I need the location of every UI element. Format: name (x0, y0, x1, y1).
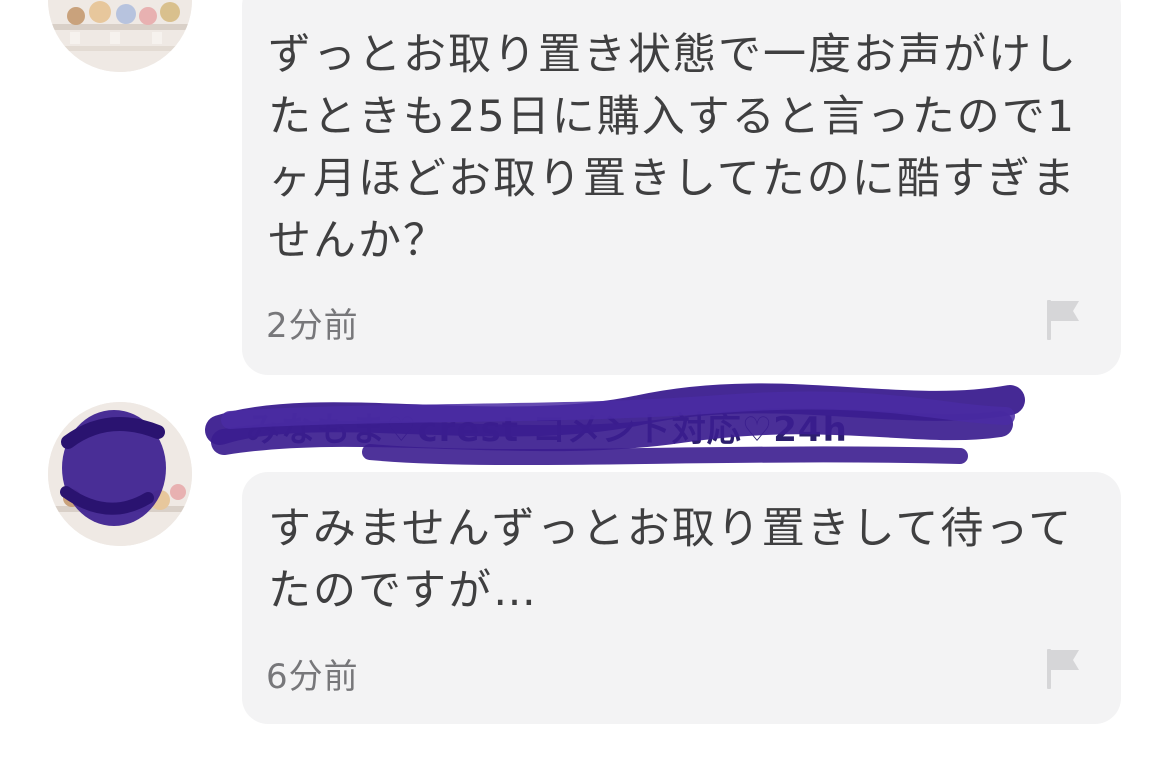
avatar-photo (48, 0, 192, 72)
comment-thread: ずっとお取り置き状態で一度お声がけし たときも25日に購入すると言ったので1 ヶ… (0, 0, 1170, 766)
comment-text: ずっとお取り置き状態で一度お声がけし たときも25日に購入すると言ったので1 ヶ… (268, 30, 1078, 266)
avatar-photo (48, 402, 192, 546)
comment-bubble: ずっとお取り置き状態で一度お声がけし たときも25日に購入すると言ったので1 ヶ… (242, 0, 1121, 375)
comment-timestamp: 2分前 (266, 306, 359, 346)
comment-author[interactable]: みなもま♡crest コメント対応♡24h (200, 380, 1030, 480)
avatar[interactable] (48, 402, 192, 546)
avatar[interactable] (48, 0, 192, 72)
comment-text: すみませんずっとお取り置きして待って たのですが… (268, 504, 1074, 616)
flag-icon[interactable] (1045, 647, 1081, 691)
username-label: みなもま♡crest コメント対応♡24h (246, 410, 848, 450)
flag-icon[interactable] (1045, 298, 1081, 342)
comment-timestamp: 6分前 (266, 657, 359, 697)
comment-bubble: すみませんずっとお取り置きして待って たのですが… 6分前 (242, 472, 1121, 724)
